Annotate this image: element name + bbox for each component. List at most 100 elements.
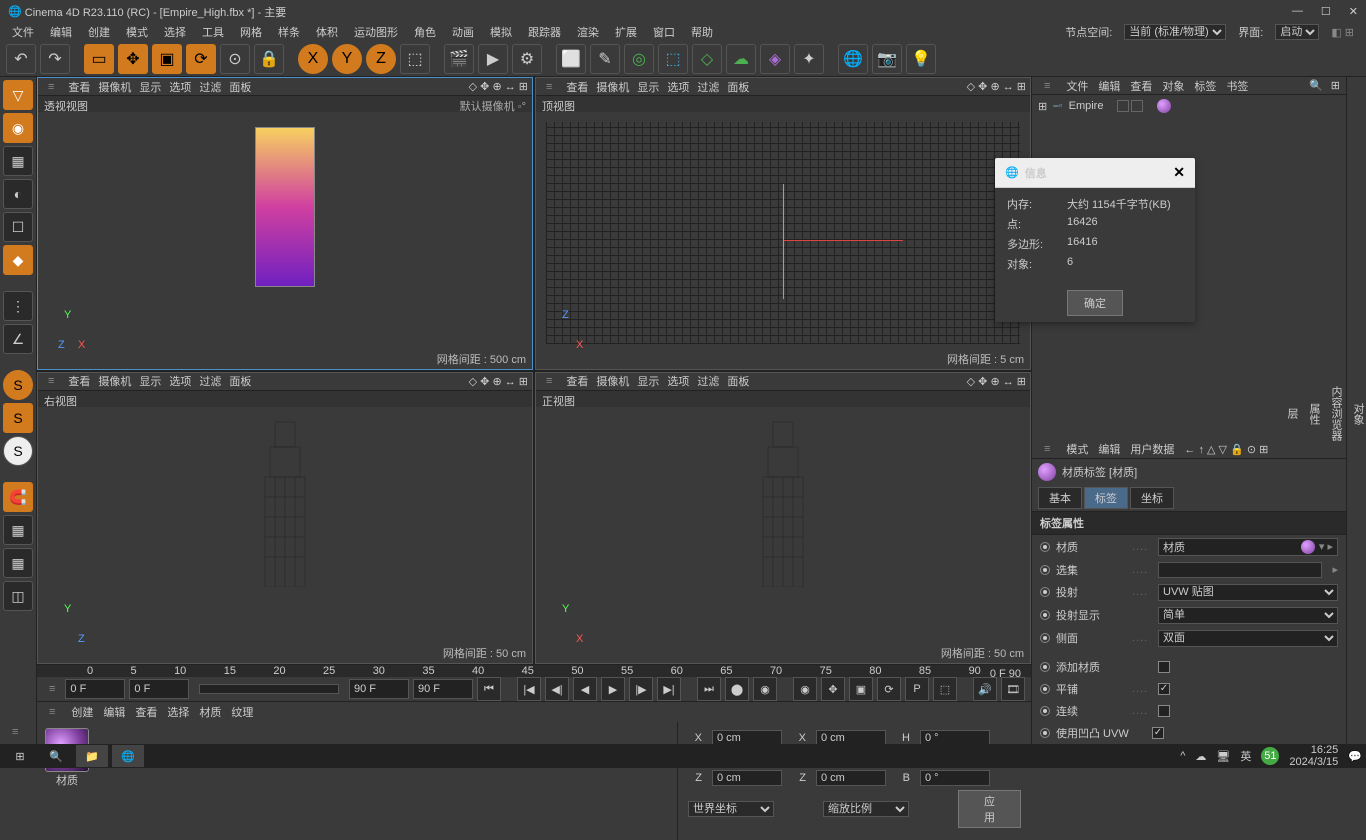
vp-filter[interactable]: 过滤 <box>199 79 221 95</box>
menu-window[interactable]: 窗口 <box>647 22 681 42</box>
object-name[interactable]: Empire <box>1069 100 1104 112</box>
vp-options[interactable]: 选项 <box>169 79 191 95</box>
tray-cloud-icon[interactable]: ☁ <box>1195 750 1206 763</box>
attr-mode[interactable]: 模式 <box>1066 441 1088 457</box>
add-deformer[interactable]: ◇ <box>692 44 722 74</box>
snap-toggle[interactable]: 🧲 <box>3 482 33 512</box>
continuous-checkbox[interactable] <box>1158 705 1170 717</box>
vp-view[interactable]: 查看 <box>566 79 588 95</box>
add-environment[interactable]: ☁ <box>726 44 756 74</box>
goto-end[interactable]: ⏭ <box>697 677 721 701</box>
coord-space[interactable]: 世界坐标 <box>688 801 774 817</box>
menu-select[interactable]: 选择 <box>158 22 192 42</box>
info-close-button[interactable]: ✕ <box>1173 164 1185 181</box>
projection-dropdown[interactable]: UVW 贴图 <box>1158 584 1338 601</box>
render-settings[interactable]: ⚙ <box>512 44 542 74</box>
next-key[interactable]: ▶| <box>657 677 681 701</box>
layout-icons[interactable]: ◧ ⊞ <box>1325 24 1360 41</box>
vp-options[interactable]: 选项 <box>667 79 689 95</box>
tab-basic[interactable]: 基本 <box>1038 487 1082 509</box>
axis-y[interactable]: Y <box>332 44 362 74</box>
vp-view[interactable]: 查看 <box>68 79 90 95</box>
tray-up-icon[interactable]: ^ <box>1180 750 1185 762</box>
timeline-slider[interactable] <box>199 684 339 694</box>
om-tags[interactable]: 标签 <box>1194 78 1216 94</box>
menu-file[interactable]: 文件 <box>6 22 40 42</box>
minimize-button[interactable]: — <box>1292 5 1303 18</box>
side-tab3[interactable]: 属性 <box>1306 403 1322 425</box>
projdisplay-dropdown[interactable]: 简单 <box>1158 607 1338 624</box>
workplane-mode[interactable]: ◐ <box>3 179 33 209</box>
side-tab2[interactable]: 内容浏览器 <box>1328 386 1344 441</box>
om-object[interactable]: 对象 <box>1162 78 1184 94</box>
sound-button[interactable]: 🔊 <box>973 677 997 701</box>
menu-help[interactable]: 帮助 <box>685 22 719 42</box>
mat-menu-icon[interactable]: ≡ <box>43 702 61 722</box>
menu-mesh[interactable]: 网格 <box>234 22 268 42</box>
viewport-front[interactable]: ≡ 查看 摄像机 显示 选项 过滤 面板 ◇ ✥ ⊕ ↔ ⊞ 正视图 YX 网格… <box>535 372 1031 665</box>
coord-system[interactable]: ⬚ <box>400 44 430 74</box>
vp-panel[interactable]: 面板 <box>727 373 749 389</box>
tab-coords[interactable]: 坐标 <box>1130 487 1174 509</box>
play-back[interactable]: ◀ <box>573 677 597 701</box>
vp-display[interactable]: 显示 <box>139 79 161 95</box>
add-cube[interactable]: ⬜ <box>556 44 586 74</box>
mat-view[interactable]: 查看 <box>135 704 157 720</box>
c4d-taskbar-button[interactable]: 🌐 <box>112 745 144 767</box>
menu-simulate[interactable]: 模拟 <box>484 22 518 42</box>
vp-nav-icons[interactable]: ◇ ✥ ⊕ ↔ ⊞ <box>469 375 528 388</box>
model-mode[interactable]: ◉ <box>3 113 33 143</box>
visibility-render[interactable] <box>1131 100 1143 112</box>
om-expand-icon[interactable]: ⊞ <box>1331 79 1340 92</box>
nodespace-dropdown[interactable]: 当前 (标准/物理) <box>1124 24 1226 40</box>
make-editable[interactable]: ▽ <box>3 80 33 110</box>
om-view[interactable]: 查看 <box>1130 78 1152 94</box>
ime-indicator[interactable]: 英 <box>1240 748 1251 764</box>
move-tool[interactable]: ✥ <box>118 44 148 74</box>
prop-radio[interactable] <box>1040 587 1050 597</box>
mat-edit[interactable]: 编辑 <box>103 704 125 720</box>
vp-menu-icon[interactable]: ≡ <box>42 372 60 392</box>
om-search-icon[interactable]: 🔍 <box>1309 79 1323 92</box>
om-edit[interactable]: 编辑 <box>1098 78 1120 94</box>
end-frame[interactable] <box>349 679 409 699</box>
key-selection[interactable]: ◉ <box>793 677 817 701</box>
om-bookmarks[interactable]: 书签 <box>1226 78 1248 94</box>
menu-tracker[interactable]: 跟踪器 <box>522 22 567 42</box>
menu-animate[interactable]: 动画 <box>446 22 480 42</box>
side-tab1[interactable]: 对象 <box>1350 403 1366 425</box>
redo-button[interactable]: ↷ <box>40 44 70 74</box>
menu-edit[interactable]: 编辑 <box>44 22 78 42</box>
prop-radio[interactable] <box>1040 542 1050 552</box>
menu-render[interactable]: 渲染 <box>571 22 605 42</box>
vp-camera[interactable]: 摄像机 <box>596 373 629 389</box>
tab-tag[interactable]: 标签 <box>1084 487 1128 509</box>
texture-mode[interactable]: ▦ <box>3 146 33 176</box>
useuvw-checkbox[interactable] <box>1152 727 1164 739</box>
vp-menu-icon[interactable]: ≡ <box>540 77 558 97</box>
key-scale[interactable]: ▣ <box>849 677 873 701</box>
prop-radio[interactable] <box>1040 565 1050 575</box>
material-slot[interactable]: 材质▾ ▸ <box>1158 538 1338 556</box>
prop-radio[interactable] <box>1040 662 1050 672</box>
maximize-button[interactable]: ☐ <box>1321 5 1331 18</box>
menu-extensions[interactable]: 扩展 <box>609 22 643 42</box>
locked-tool[interactable]: 🔒 <box>254 44 284 74</box>
axis-z[interactable]: Z <box>366 44 396 74</box>
add-spline[interactable]: ✎ <box>590 44 620 74</box>
key-pos[interactable]: ✥ <box>821 677 845 701</box>
om-menu-icon[interactable]: ≡ <box>1038 77 1056 96</box>
play-fwd[interactable]: ▶ <box>601 677 625 701</box>
axis-x[interactable]: X <box>298 44 328 74</box>
start-frame[interactable] <box>65 679 125 699</box>
scale-tool[interactable]: ▣ <box>152 44 182 74</box>
material-tag-icon[interactable] <box>1157 99 1171 113</box>
side-tab4[interactable]: 层 <box>1284 408 1300 419</box>
apply-button[interactable]: 应用 <box>958 790 1021 828</box>
menu-tools[interactable]: 工具 <box>196 22 230 42</box>
vp-display[interactable]: 显示 <box>139 373 161 389</box>
selection-field[interactable] <box>1158 562 1322 578</box>
prev-key[interactable]: |◀ <box>517 677 541 701</box>
viewport-solo2[interactable]: S <box>3 403 33 433</box>
prop-radio[interactable] <box>1040 684 1050 694</box>
